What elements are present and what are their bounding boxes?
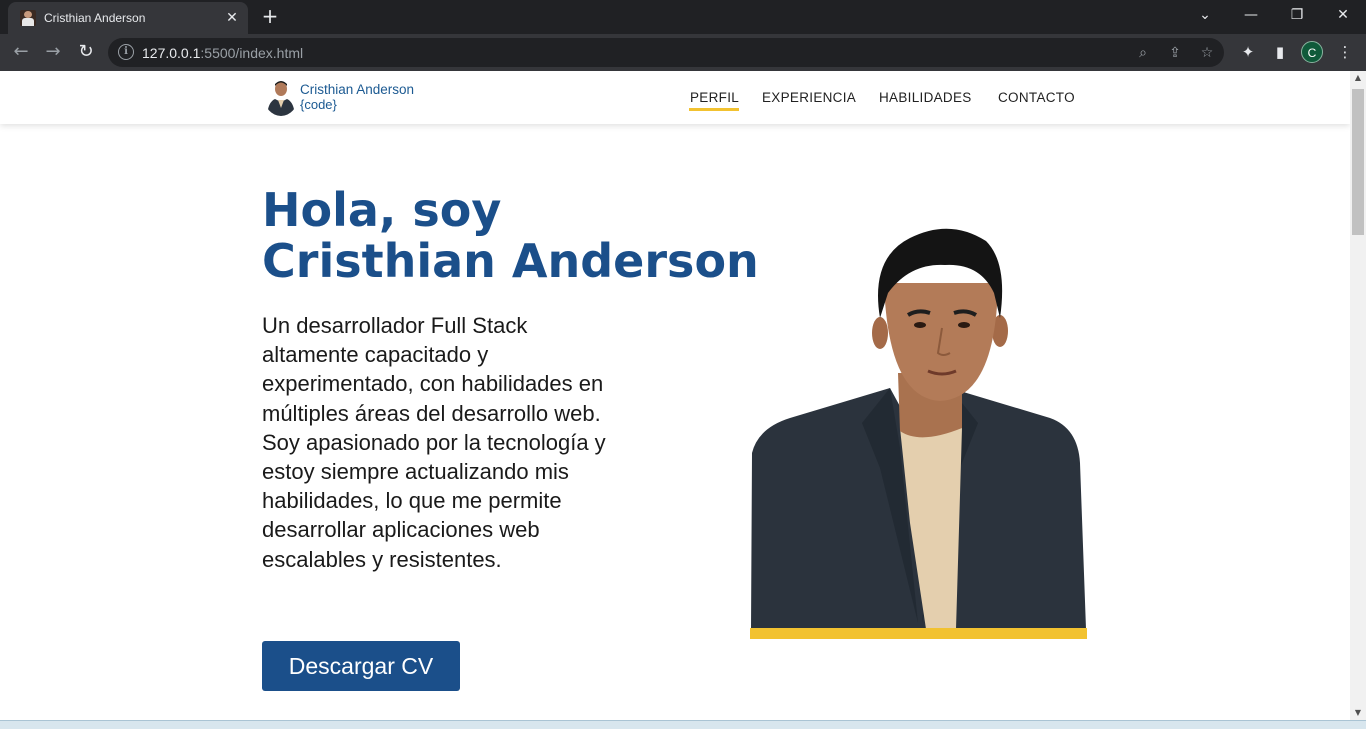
kebab-menu-icon[interactable]: ⋮ — [1333, 40, 1357, 64]
restore-button[interactable]: ❐ — [1274, 0, 1320, 32]
nav-link-perfil[interactable]: PERFIL — [690, 90, 739, 105]
hero-title: Hola, soy Cristhian Anderson — [262, 185, 759, 287]
nav-link-contacto[interactable]: CONTACTO — [998, 90, 1075, 105]
arrow-left-icon[interactable]: ← — [8, 39, 34, 65]
tab-close-icon[interactable]: ✕ — [222, 8, 242, 28]
profile-photo — [750, 223, 1087, 639]
logo-name[interactable]: Cristhian Anderson — [300, 82, 414, 97]
zoom-icon[interactable]: ⌕ — [1132, 42, 1154, 64]
nav-link-habilidades[interactable]: HABILIDADES — [879, 90, 972, 105]
page-viewport: Cristhian Anderson {code} PERFIL EXPERIE… — [0, 71, 1350, 720]
scroll-up-arrow-icon[interactable]: ▲ — [1350, 71, 1366, 85]
logo-avatar[interactable] — [264, 78, 298, 116]
puzzle-icon[interactable]: ✦ — [1236, 40, 1260, 64]
logo-tagline[interactable]: {code} — [300, 97, 337, 112]
share-icon[interactable]: ⇪ — [1164, 42, 1186, 64]
nav-link-experiencia[interactable]: EXPERIENCIA — [762, 90, 856, 105]
page-scrollbar[interactable]: ▲ ▼ — [1350, 71, 1366, 720]
scroll-thumb[interactable] — [1352, 89, 1364, 235]
address-bar[interactable]: i 127.0.0.1:5500/index.html ⌕ ⇪ ☆ — [108, 38, 1224, 67]
browser-tab[interactable]: Cristhian Anderson ✕ — [8, 2, 248, 34]
reload-icon[interactable]: ↻ — [73, 39, 99, 65]
tab-search-icon[interactable]: ⌄ — [1182, 0, 1228, 32]
scroll-down-arrow-icon[interactable]: ▼ — [1350, 706, 1366, 720]
url-path: :5500/index.html — [200, 45, 304, 61]
browser-titlebar: Cristhian Anderson ✕ + ⌄ — ❐ ✕ — [0, 0, 1366, 34]
profile-avatar[interactable]: C — [1301, 41, 1323, 63]
hero-title-line-2: Cristhian Anderson — [262, 234, 759, 288]
download-cv-button[interactable]: Descargar CV — [262, 641, 460, 691]
minimize-button[interactable]: — — [1228, 0, 1274, 32]
hero-description: Un desarrollador Full Stack altamente ca… — [262, 313, 606, 572]
url-host: 127.0.0.1 — [142, 45, 201, 61]
browser-toolbar: ← → ↻ i 127.0.0.1:5500/index.html ⌕ ⇪ ☆ … — [0, 34, 1366, 71]
site-header: Cristhian Anderson {code} PERFIL EXPERIE… — [0, 71, 1350, 124]
url-text[interactable]: 127.0.0.1:5500/index.html — [142, 45, 303, 61]
favicon-icon — [20, 10, 36, 26]
side-panel-icon[interactable]: ▮ — [1268, 40, 1292, 64]
close-window-button[interactable]: ✕ — [1320, 0, 1366, 32]
info-icon[interactable]: i — [118, 44, 134, 60]
arrow-right-icon[interactable]: → — [40, 39, 66, 65]
taskbar-strip — [0, 720, 1366, 729]
star-icon[interactable]: ☆ — [1196, 42, 1218, 64]
tab-title: Cristhian Anderson — [44, 11, 146, 25]
nav-active-indicator — [689, 108, 739, 111]
new-tab-button[interactable]: + — [258, 5, 282, 29]
hero-title-line-1: Hola, soy — [262, 183, 502, 237]
